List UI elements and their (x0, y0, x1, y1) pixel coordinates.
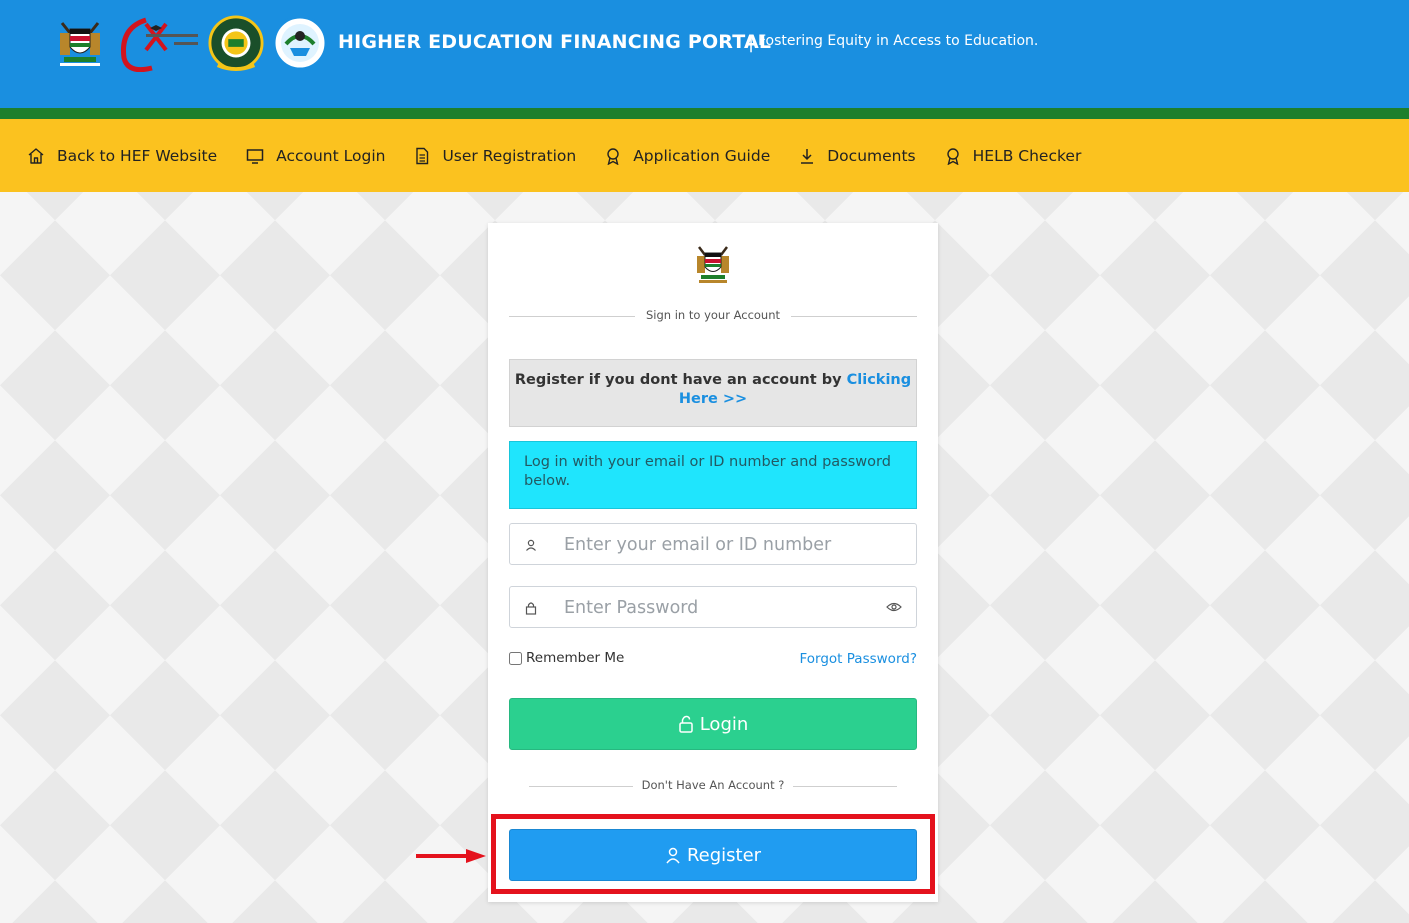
register-button[interactable]: Register (509, 829, 917, 881)
remember-me-checkbox[interactable] (509, 651, 522, 665)
divider-line (529, 786, 633, 787)
partner-logos (52, 12, 328, 74)
nav-label: User Registration (442, 146, 577, 165)
nav-label: Application Guide (633, 146, 771, 165)
portal-tagline: Fostering Equity in Access to Education. (758, 33, 1039, 49)
main-nav: Back to HEF Website Account Login User R… (0, 119, 1409, 192)
remember-me[interactable]: Remember Me (509, 650, 624, 666)
home-icon (28, 147, 44, 164)
nav-back-to-hef-website[interactable]: Back to HEF Website (27, 147, 217, 165)
login-info-alert: Log in with your email or ID number and … (509, 441, 917, 509)
forgot-password-link[interactable]: Forgot Password? (800, 651, 918, 667)
password-field (509, 586, 917, 628)
lock-icon (525, 602, 537, 615)
nav-documents[interactable]: Documents (799, 146, 916, 165)
portal-title: HIGHER EDUCATION FINANCING PORTAL (338, 31, 772, 53)
user-icon (666, 847, 680, 864)
universities-fund-logo-icon (272, 14, 328, 72)
nav-label: Account Login (276, 146, 386, 165)
register-notice-text: Register if you dont have an account by (514, 372, 842, 388)
user-icon (526, 539, 536, 551)
remember-me-label: Remember Me (526, 650, 625, 666)
kenya-coat-of-arms-icon (693, 243, 733, 285)
register-notice: Register if you dont have an account by … (509, 359, 917, 427)
title-separator: | (748, 32, 755, 53)
email-input[interactable] (562, 532, 866, 558)
login-button-label: Login (699, 713, 749, 735)
register-button-label: Register (686, 844, 762, 866)
site-header: HIGHER EDUCATION FINANCING PORTAL | Fost… (0, 0, 1409, 108)
login-button[interactable]: Login (509, 698, 917, 750)
no-account-text: Don't Have An Account ? (636, 778, 790, 792)
document-icon (416, 147, 429, 164)
helb-logo-icon (208, 14, 264, 72)
email-field (509, 523, 917, 565)
nav-label: HELB Checker (972, 146, 1082, 165)
nav-label: Back to HEF Website (57, 146, 218, 165)
login-card: Sign in to your Account Register if you … (488, 223, 938, 902)
signin-heading: Sign in to your Account (638, 308, 788, 322)
divider-line (509, 316, 635, 317)
ministry-logo-icon (116, 14, 200, 72)
eye-icon[interactable] (886, 600, 902, 614)
pointer-arrow-icon (416, 849, 486, 863)
award-icon (607, 147, 619, 165)
nav-label: Documents (827, 146, 916, 165)
download-icon (801, 148, 814, 164)
kenya-coat-of-arms-icon (52, 14, 108, 72)
password-input[interactable] (562, 595, 866, 621)
divider-line (791, 316, 917, 317)
nav-user-registration[interactable]: User Registration (414, 147, 576, 165)
nav-application-guide[interactable]: Application Guide (605, 147, 770, 165)
unlock-icon (678, 715, 693, 733)
nav-account-login[interactable]: Account Login (246, 147, 385, 165)
nav-helb-checker[interactable]: HELB Checker (945, 146, 1082, 165)
divider-line (793, 786, 897, 787)
green-strip (0, 108, 1409, 119)
award-icon (946, 147, 959, 165)
monitor-icon (246, 148, 264, 164)
